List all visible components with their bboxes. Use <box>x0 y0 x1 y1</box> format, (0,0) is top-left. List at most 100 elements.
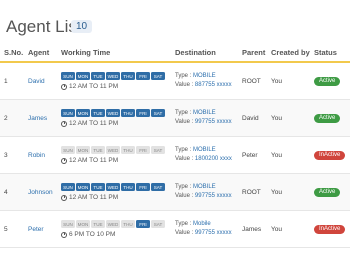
destination-value-number: 997755 xxxxx <box>194 119 232 125</box>
destination-value: Value : 997755 xxxxx <box>175 229 238 238</box>
day-chip-thu: THU <box>121 109 135 117</box>
destination-type-label: Type : <box>175 221 194 227</box>
destination-type: Type : Mobile <box>175 220 238 229</box>
column-header-created-by[interactable]: Created by <box>267 44 310 63</box>
day-chip-thu: THU <box>121 72 135 80</box>
cell-sno: 3 <box>0 136 24 174</box>
cell-sno: 2 <box>0 99 24 137</box>
destination-type-label: Type : <box>175 147 194 153</box>
day-chip-fri: FRI <box>136 183 150 191</box>
status-badge[interactable]: Active <box>314 76 341 86</box>
working-time-range: 12 AM TO 11 PM <box>61 157 171 164</box>
day-chip-thu: THU <box>121 220 135 228</box>
column-header-sno[interactable]: S.No. <box>0 44 24 63</box>
cell-working-time: SUN MON TUE WED THU FRI SAT 12 AM TO 11 PM <box>57 136 171 174</box>
cell-status: InActive <box>310 136 350 174</box>
day-chip-sun: SUN <box>61 183 75 191</box>
destination-value-label: Value : <box>175 119 195 125</box>
cell-agent-link[interactable]: James <box>24 99 57 137</box>
day-chip-thu: THU <box>121 183 135 191</box>
day-chip-sat: SAT <box>151 109 165 117</box>
cell-destination: Type : MOBILE Value : 887755 xxxxx <box>171 62 238 100</box>
cell-destination: Type : Mobile Value : 997755 xxxxx <box>171 210 238 248</box>
destination-type: Type : MOBILE <box>175 72 238 81</box>
cell-agent-link[interactable]: Peter <box>24 210 57 248</box>
status-badge[interactable]: InActive <box>314 150 346 160</box>
status-badge[interactable]: InActive <box>314 224 346 234</box>
cell-parent: ROOT <box>238 62 267 100</box>
column-header-parent[interactable]: Parent <box>238 44 267 63</box>
destination-type: Type : MOBILE <box>175 146 238 155</box>
weekday-chips: SUN MON TUE WED THU FRI SAT <box>61 109 171 117</box>
status-badge[interactable]: Active <box>314 113 341 123</box>
cell-status: Active <box>310 99 350 137</box>
day-chip-tue: TUE <box>91 146 105 154</box>
destination-type-value: Mobile <box>193 221 211 227</box>
cell-working-time: SUN MON TUE WED THU FRI SAT 6 PM TO 10 PM <box>57 210 171 248</box>
time-range-text: 12 AM TO 11 PM <box>69 194 119 201</box>
cell-status: InActive <box>310 210 350 248</box>
destination-type: Type : MOBILE <box>175 183 238 192</box>
destination-value-label: Value : <box>175 156 195 162</box>
destination-value-label: Value : <box>175 193 195 199</box>
destination-type-label: Type : <box>175 73 194 79</box>
working-time-range: 12 AM TO 11 PM <box>61 120 171 127</box>
destination-type-label: Type : <box>175 184 194 190</box>
cell-sno: 4 <box>0 173 24 211</box>
day-chip-tue: TUE <box>91 109 105 117</box>
cell-parent: David <box>238 99 267 137</box>
column-header-working-time[interactable]: Working Time <box>57 44 171 63</box>
day-chip-wed: WED <box>106 109 120 117</box>
time-range-text: 12 AM TO 11 PM <box>69 83 119 90</box>
column-header-destination[interactable]: Destination <box>171 44 238 63</box>
weekday-chips: SUN MON TUE WED THU FRI SAT <box>61 220 171 228</box>
cell-destination: Type : MOBILE Value : 997755 xxxxx <box>171 173 238 211</box>
cell-parent: ROOT <box>238 173 267 211</box>
weekday-chips: SUN MON TUE WED THU FRI SAT <box>61 146 171 154</box>
table-row[interactable]: 5 Peter SUN MON TUE WED THU FRI SAT 6 PM TO 10 PM… <box>0 210 350 248</box>
day-chip-sun: SUN <box>61 146 75 154</box>
agent-table: S.No. Agent Working Time Destination Par… <box>0 44 350 248</box>
day-chip-wed: WED <box>106 146 120 154</box>
table-row[interactable]: 3 Robin SUN MON TUE WED THU FRI SAT 12 AM TO 11 P… <box>0 136 350 174</box>
clock-icon <box>61 83 67 90</box>
cell-sno: 5 <box>0 210 24 248</box>
cell-created-by: You <box>267 173 310 211</box>
cell-agent-link[interactable]: Robin <box>24 136 57 174</box>
column-header-agent[interactable]: Agent <box>24 44 57 63</box>
clock-icon <box>61 194 67 201</box>
working-time-range: 12 AM TO 11 PM <box>61 83 171 90</box>
clock-icon <box>61 231 67 238</box>
destination-type-label: Type : <box>175 110 194 116</box>
destination-value-number: 887755 xxxxx <box>194 82 232 88</box>
cell-agent-link[interactable]: Johnson <box>24 173 57 211</box>
day-chip-sun: SUN <box>61 72 75 80</box>
day-chip-mon: MON <box>76 72 90 80</box>
day-chip-tue: TUE <box>91 72 105 80</box>
day-chip-tue: TUE <box>91 183 105 191</box>
destination-value-number: 997755 xxxxx <box>194 230 232 236</box>
destination-value-label: Value : <box>175 82 195 88</box>
day-chip-sat: SAT <box>151 220 165 228</box>
destination-value-label: Value : <box>175 230 195 236</box>
day-chip-fri: FRI <box>136 146 150 154</box>
destination-type: Type : MOBILE <box>175 109 238 118</box>
cell-agent-link[interactable]: David <box>24 62 57 100</box>
day-chip-sun: SUN <box>61 220 75 228</box>
column-header-status[interactable]: Status <box>310 44 350 63</box>
destination-value: Value : 887755 xxxxx <box>175 81 238 90</box>
table-row[interactable]: 1 David SUN MON TUE WED THU FRI SAT 12 AM TO 11 P… <box>0 62 350 100</box>
destination-value-number: 1800200 xxxx <box>194 156 232 162</box>
day-chip-mon: MON <box>76 220 90 228</box>
day-chip-fri: FRI <box>136 72 150 80</box>
table-row[interactable]: 2 James SUN MON TUE WED THU FRI SAT 12 AM TO 11 P… <box>0 99 350 137</box>
status-badge[interactable]: Active <box>314 187 341 197</box>
table-row[interactable]: 4 Johnson SUN MON TUE WED THU FRI SAT 12 AM TO 11… <box>0 173 350 211</box>
day-chip-wed: WED <box>106 220 120 228</box>
day-chip-sat: SAT <box>151 183 165 191</box>
cell-status: Active <box>310 62 350 100</box>
destination-type-value: MOBILE <box>193 184 216 190</box>
time-range-text: 12 AM TO 11 PM <box>69 157 119 164</box>
table-header-row: S.No. Agent Working Time Destination Par… <box>0 44 350 63</box>
day-chip-mon: MON <box>76 183 90 191</box>
